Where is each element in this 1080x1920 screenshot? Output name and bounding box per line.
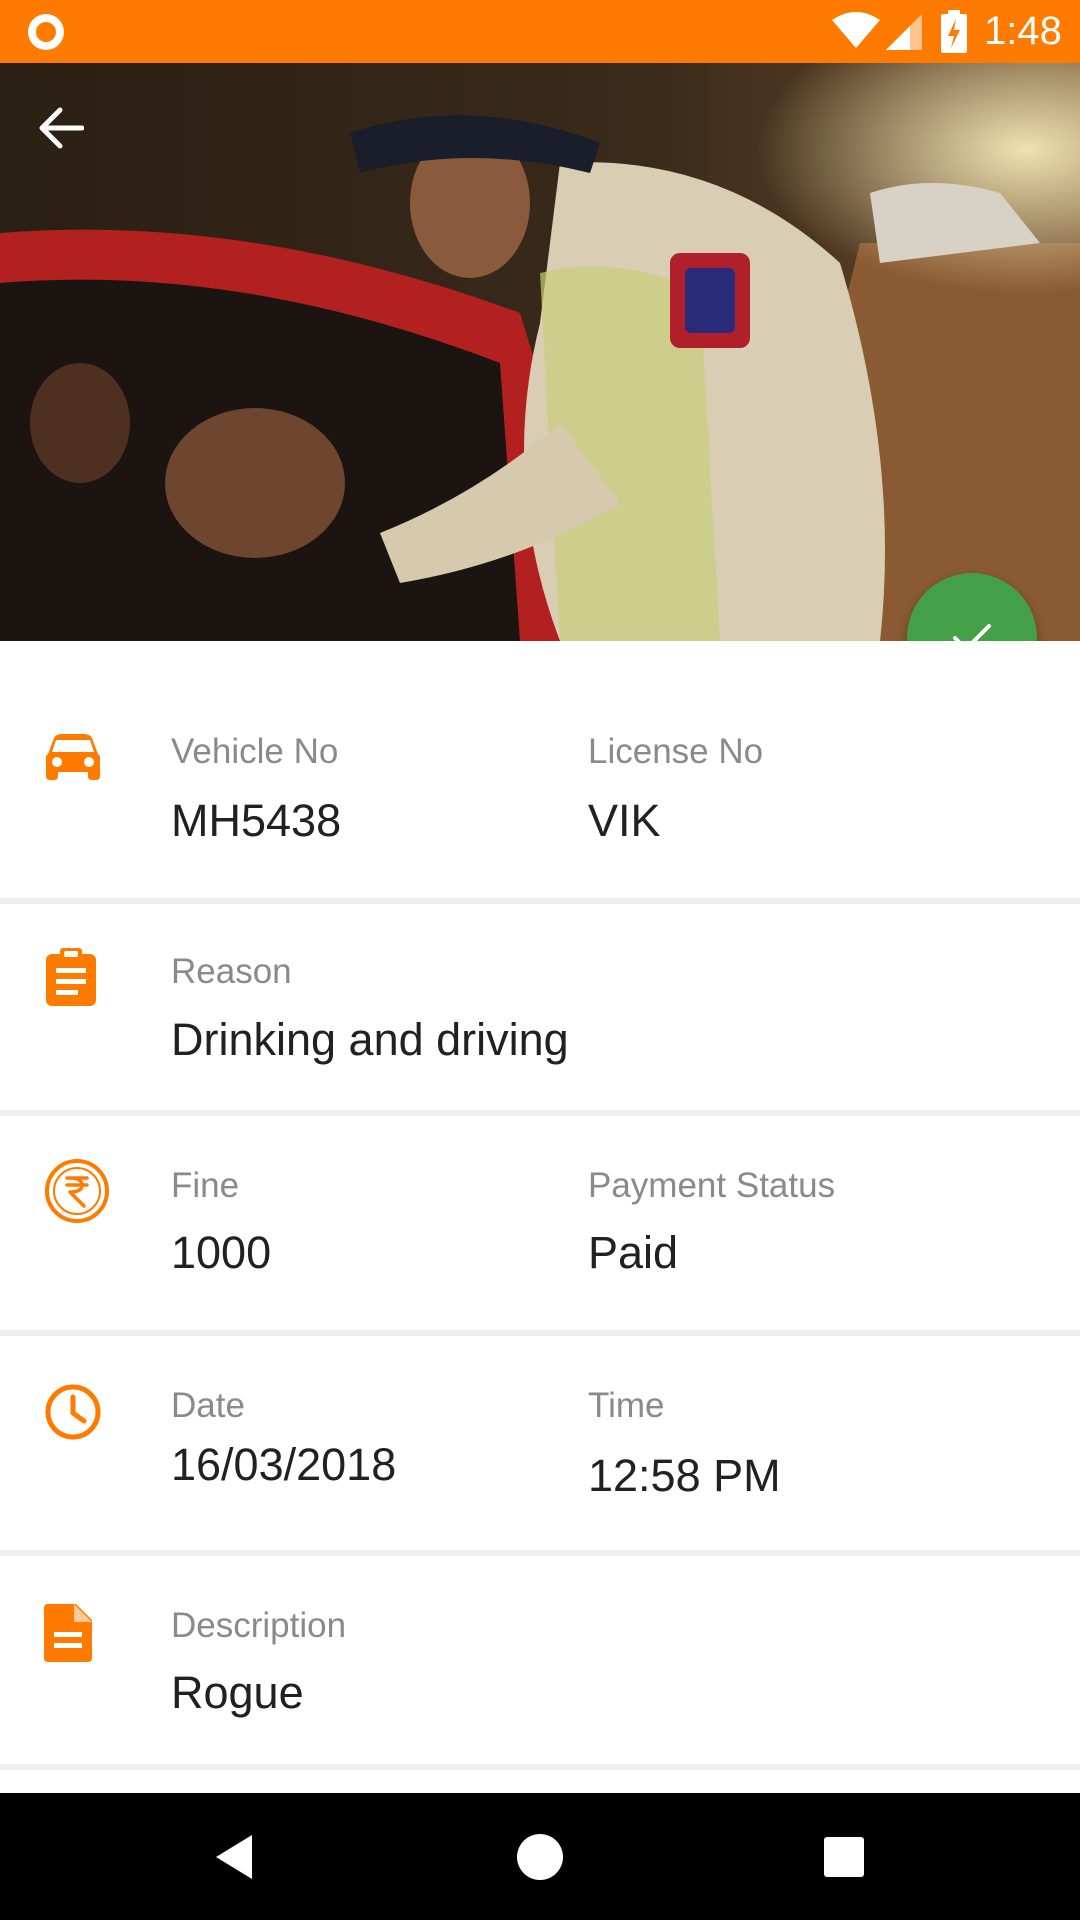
nav-back-icon[interactable]	[206, 1827, 266, 1887]
reason-label: Reason	[171, 952, 292, 991]
payment-status-value: Paid	[588, 1227, 679, 1278]
reason-value: Drinking and driving	[171, 1014, 569, 1065]
description-label: Description	[171, 1606, 347, 1645]
wifi-icon	[832, 12, 880, 48]
arrow-left-icon	[39, 107, 84, 149]
description-value: Rogue	[171, 1667, 304, 1718]
document-icon	[44, 1604, 92, 1662]
back-button[interactable]	[38, 107, 108, 177]
date-time-card: Date 16/03/2018 Time 12:58 PM	[0, 1336, 1080, 1556]
fine-value: 1000	[171, 1227, 272, 1278]
navigation-bar	[0, 1793, 1080, 1920]
fine-card: Fine 1000 Payment Status Paid	[0, 1116, 1080, 1336]
clipboard-icon	[46, 948, 96, 1006]
vehicle-label: Vehicle No	[171, 732, 339, 771]
license-value: VIK	[588, 795, 661, 846]
date-label: Date	[171, 1386, 245, 1425]
status-time: 1:48	[984, 9, 1062, 53]
status-bar: 1:48	[0, 0, 1080, 63]
hero-photo	[0, 63, 1080, 641]
payment-status-label: Payment Status	[588, 1166, 836, 1205]
date-value: 16/03/2018	[171, 1439, 397, 1490]
time-label: Time	[588, 1386, 665, 1425]
license-label: License No	[588, 732, 764, 771]
nav-recents-icon[interactable]	[814, 1827, 874, 1887]
nav-home-icon[interactable]	[510, 1827, 570, 1887]
rupee-icon	[45, 1159, 109, 1223]
vehicle-value: MH5438	[171, 795, 342, 846]
time-value: 12:58 PM	[588, 1450, 781, 1501]
description-card: Description Rogue	[0, 1556, 1080, 1770]
signal-icon	[886, 14, 922, 50]
notification-icon	[28, 14, 64, 50]
car-icon	[46, 734, 100, 780]
battery-charging-icon	[941, 10, 967, 53]
fine-label: Fine	[171, 1166, 240, 1205]
vehicle-card: Vehicle No MH5438 License No VIK	[0, 641, 1080, 904]
hero-image	[0, 63, 1080, 641]
clock-icon	[45, 1384, 101, 1440]
reason-card: Reason Drinking and driving	[0, 904, 1080, 1116]
